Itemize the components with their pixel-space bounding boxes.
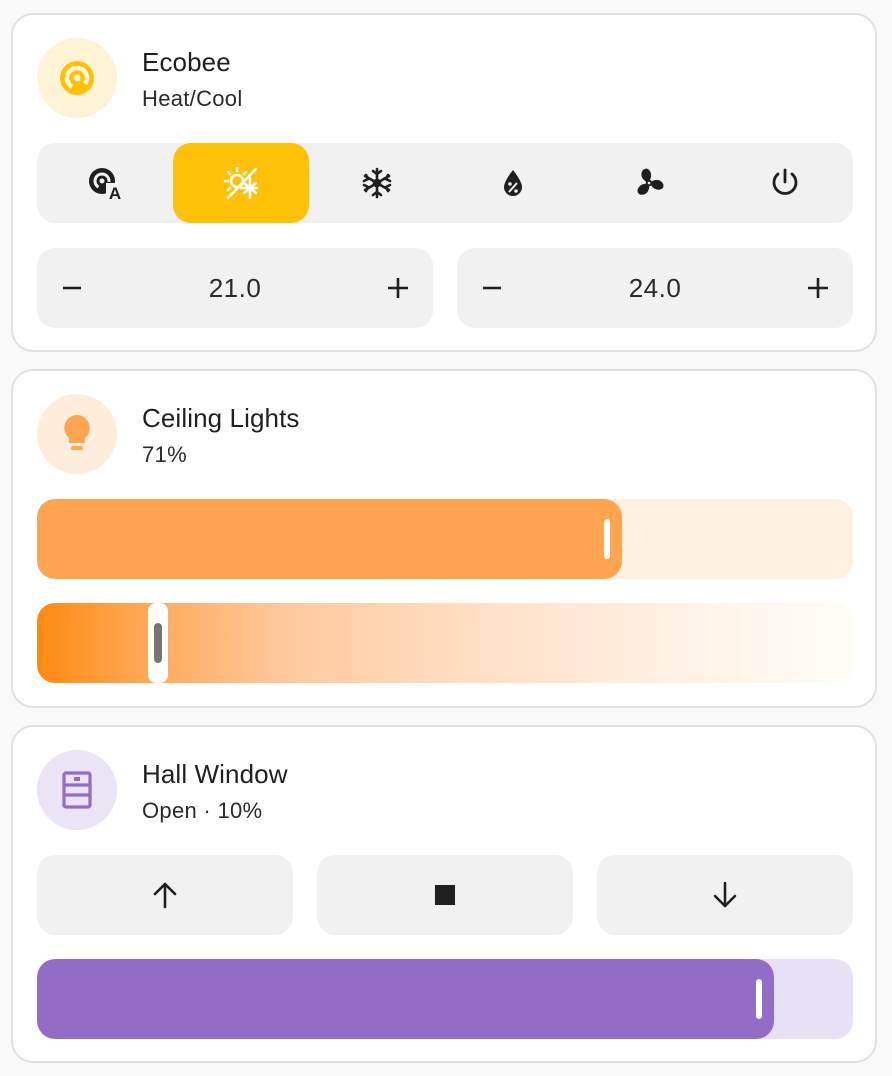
mode-cool-button[interactable] (309, 143, 445, 223)
mode-heat-cool-button[interactable] (173, 143, 309, 223)
high-target-decrease-button[interactable] (457, 248, 527, 328)
minus-icon (63, 286, 81, 290)
svg-text:A: A (109, 184, 121, 203)
sun-snowflake-icon (223, 166, 259, 200)
cover-open-button[interactable] (37, 855, 293, 935)
low-target-stepper: 21.0 (37, 248, 433, 328)
mode-off-button[interactable] (717, 143, 853, 223)
hvac-mode-selector: A (37, 143, 853, 223)
high-target-stepper: 24.0 (457, 248, 853, 328)
minus-icon (483, 286, 501, 290)
lightbulb-icon (64, 415, 90, 450)
brightness-slider[interactable] (37, 499, 853, 579)
cover-position-handle[interactable] (756, 979, 762, 1019)
thermostat-name: Ecobee (142, 47, 231, 77)
cover-close-button[interactable] (597, 855, 853, 935)
cover-icon-button[interactable] (37, 750, 117, 830)
snowflake-icon (362, 167, 392, 199)
brightness-fill (37, 499, 622, 579)
high-target-value: 24.0 (628, 272, 682, 303)
low-target-decrease-button[interactable] (37, 248, 107, 328)
cover-position-fill (37, 959, 774, 1039)
thermostat-card: Ecobee Heat/Cool A 21.0 24.0 (11, 13, 877, 352)
plus-icon (388, 278, 408, 298)
stop-icon (435, 885, 455, 905)
thermostat-auto-icon: A (89, 168, 124, 203)
cover-position-slider[interactable] (37, 959, 853, 1039)
mode-auto-button[interactable]: A (37, 143, 173, 223)
thermostat-state: Heat/Cool (142, 86, 243, 111)
window-icon (62, 771, 92, 809)
light-toggle[interactable] (37, 394, 117, 474)
brightness-handle[interactable] (604, 519, 610, 559)
color-temp-slider[interactable] (37, 603, 853, 683)
fan-icon (637, 168, 664, 195)
cover-card: Hall Window Open · 10% (11, 725, 877, 1063)
water-percent-icon (504, 170, 522, 196)
cover-name: Hall Window (142, 759, 288, 789)
high-target-increase-button[interactable] (783, 248, 853, 328)
power-icon (772, 168, 798, 195)
arrow-down-icon (713, 881, 737, 908)
color-temp-handle[interactable] (148, 603, 168, 683)
low-target-increase-button[interactable] (363, 248, 433, 328)
arrow-up-icon (153, 882, 177, 909)
cover-stop-button[interactable] (317, 855, 573, 935)
mode-dry-button[interactable] (445, 143, 581, 223)
light-name: Ceiling Lights (142, 403, 300, 433)
thermostat-icon[interactable] (37, 38, 117, 118)
plus-icon (808, 278, 828, 298)
light-card: Ceiling Lights 71% (11, 369, 877, 708)
cover-state: Open · 10% (142, 798, 263, 823)
mode-fan-button[interactable] (581, 143, 717, 223)
light-state: 71% (142, 442, 187, 467)
low-target-value: 21.0 (208, 272, 262, 303)
color-temp-grip (154, 623, 162, 663)
